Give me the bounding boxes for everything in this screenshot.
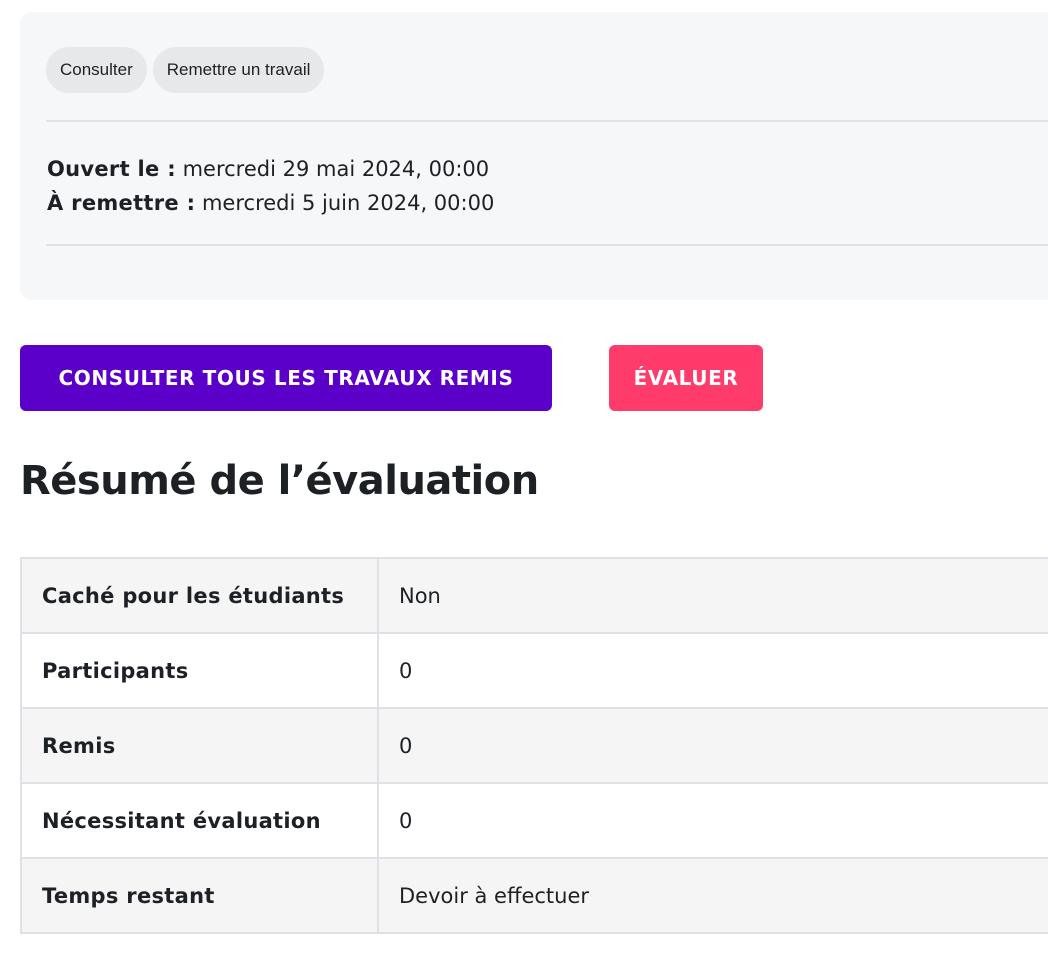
- activity-actions: Consulter Remettre un travail: [46, 47, 325, 93]
- grade-button[interactable]: ÉVALUER: [609, 345, 763, 411]
- row-value: 0: [377, 782, 1048, 859]
- view-all-submissions-button[interactable]: CONSULTER TOUS LES TRAVAUX REMIS: [20, 345, 552, 411]
- table-row: Nécessitant évaluation 0: [20, 782, 1048, 859]
- due-date-value: mercredi 5 juin 2024, 00:00: [201, 191, 495, 215]
- row-value: Devoir à effectuer: [377, 857, 1048, 934]
- view-pill-button[interactable]: Consulter: [46, 47, 147, 93]
- row-label: Nécessitant évaluation: [20, 782, 379, 859]
- row-value: 0: [377, 632, 1048, 709]
- activity-dates: Ouvert le : mercredi 29 mai 2024, 00:00 …: [47, 152, 494, 220]
- row-label: Remis: [20, 707, 379, 784]
- grading-summary-table: Caché pour les étudiants Non Participant…: [20, 557, 1048, 934]
- row-label: Participants: [20, 632, 379, 709]
- due-date-line: À remettre : mercredi 5 juin 2024, 00:00: [47, 186, 494, 220]
- grading-summary-title: Résumé de l’évaluation: [20, 458, 539, 504]
- due-date-label: À remettre :: [47, 191, 196, 215]
- table-row: Participants 0: [20, 632, 1048, 709]
- row-label: Temps restant: [20, 857, 379, 934]
- row-value: Non: [377, 557, 1048, 634]
- row-label: Caché pour les étudiants: [20, 557, 379, 634]
- submit-work-pill-button[interactable]: Remettre un travail: [152, 47, 325, 93]
- opened-date-value: mercredi 29 mai 2024, 00:00: [182, 157, 490, 181]
- row-value: 0: [377, 707, 1048, 784]
- opened-date-label: Ouvert le :: [47, 157, 176, 181]
- divider: [46, 244, 1048, 246]
- activity-info-panel: Consulter Remettre un travail Ouvert le …: [20, 12, 1048, 300]
- divider: [46, 120, 1048, 122]
- table-row: Caché pour les étudiants Non: [20, 557, 1048, 634]
- opened-date-line: Ouvert le : mercredi 29 mai 2024, 00:00: [47, 152, 494, 186]
- table-row: Remis 0: [20, 707, 1048, 784]
- table-row: Temps restant Devoir à effectuer: [20, 857, 1048, 934]
